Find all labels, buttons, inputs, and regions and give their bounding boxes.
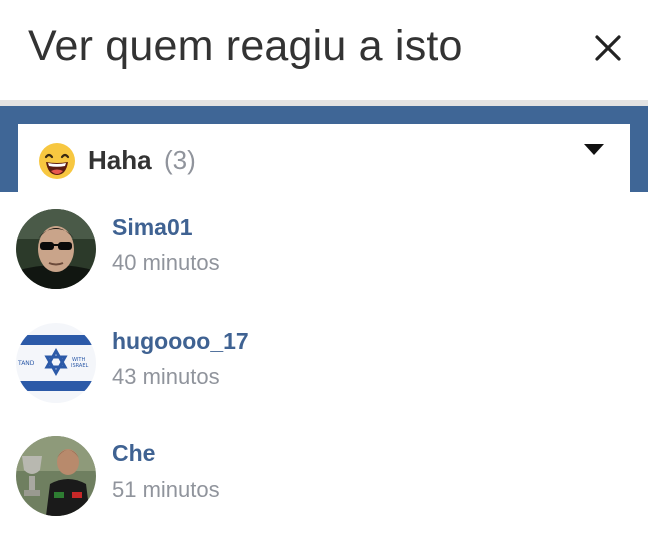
reaction-time: 51 minutos [112,477,220,502]
reactor-name[interactable]: hugoooo_17 [112,328,249,355]
reactor-name[interactable]: Che [112,440,155,467]
list-item[interactable]: Che 51 minutos [0,424,648,534]
avatar: TAND WITH ISRAEL [16,323,96,403]
svg-text:TAND: TAND [17,360,35,367]
laughing-emoji-icon [39,143,75,179]
user-avatar-sunglasses [16,209,96,289]
reaction-count: (3) [164,145,196,175]
reaction-time: 40 minutos [112,250,220,275]
close-button[interactable] [588,28,628,68]
user-avatar-trophy [16,436,96,516]
reactor-name[interactable]: Sima01 [112,214,193,241]
svg-text:ISRAEL: ISRAEL [71,363,88,369]
reaction-filter-label: Haha [88,145,152,175]
avatar [16,209,96,289]
close-icon [595,35,621,61]
user-avatar-israel-flag: TAND WITH ISRAEL [16,323,96,403]
reaction-filter-dropdown[interactable]: Haha (3) [18,124,630,196]
reaction-time: 43 minutos [112,364,220,389]
list-item[interactable]: Sima01 40 minutos [0,196,648,306]
avatar [16,436,96,516]
list-item[interactable]: TAND WITH ISRAEL hugoooo_17 43 minutos [0,310,648,420]
dialog-header: Ver quem reagiu a isto [0,0,648,100]
caret-down-icon [584,144,604,155]
page-title: Ver quem reagiu a isto [28,22,463,70]
